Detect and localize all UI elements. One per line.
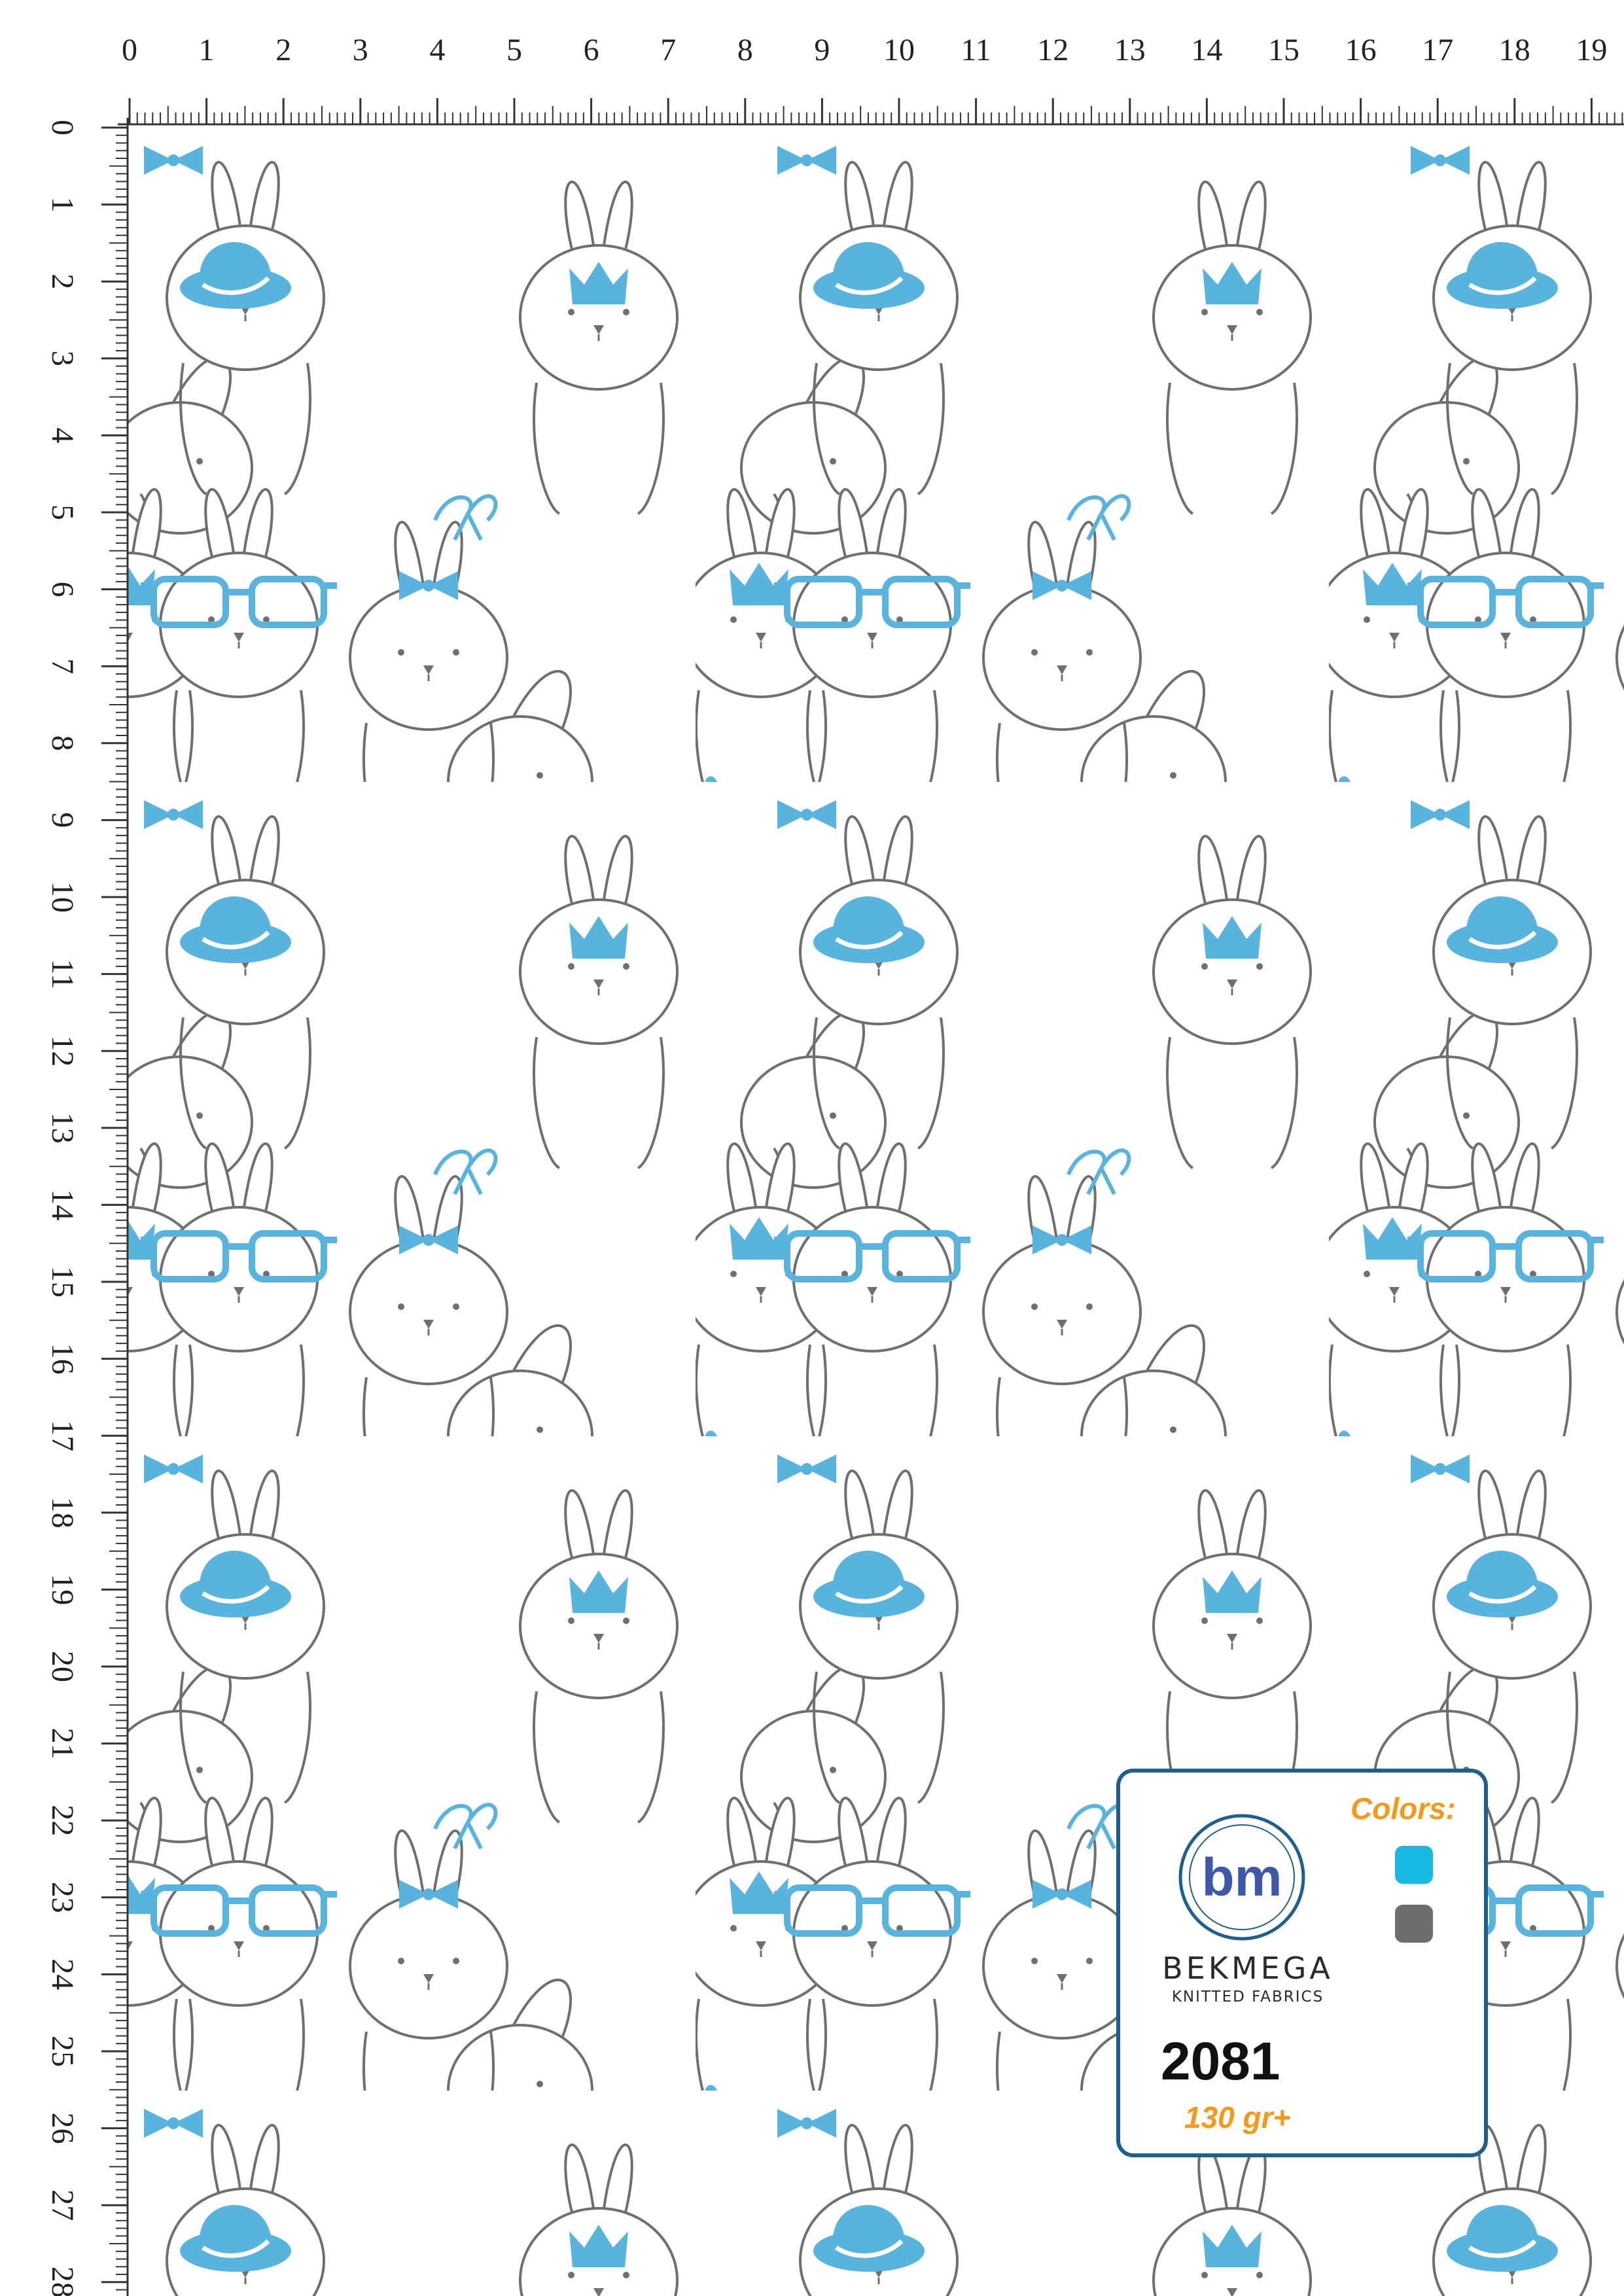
ruler-left-ticks	[101, 118, 129, 2296]
ruler-left-label: 23	[45, 1882, 80, 1913]
ruler-left-label: 6	[45, 582, 80, 597]
ruler-left-label: 2	[45, 274, 80, 289]
ruler-left-label: 13	[45, 1112, 80, 1144]
ruler-left-label: 10	[45, 881, 80, 913]
ruler-top-label: 0	[122, 33, 137, 67]
ruler-top-label: 19	[1576, 33, 1607, 67]
ruler-left-label: 5	[45, 504, 80, 520]
bekmega-logo: bm	[1178, 1814, 1305, 1941]
ruler-left-label: 28	[45, 2267, 80, 2296]
ruler-left-label: 8	[45, 735, 80, 751]
ruler-top-label: 14	[1191, 33, 1222, 67]
ruler-left-label: 3	[45, 351, 80, 366]
ruler-top-label: 4	[429, 33, 445, 67]
ruler-left-label: 27	[45, 2189, 80, 2221]
ruler-left-label: 20	[45, 1651, 80, 1682]
ruler-left-label: 4	[45, 427, 80, 443]
ruler-top-label: 9	[814, 33, 830, 67]
ruler-top-label: 7	[660, 33, 676, 67]
brand-name: BEKMEGA	[1162, 1951, 1333, 1986]
ruler-top-label: 2	[275, 33, 291, 67]
brand-subtitle: KNITTED FABRICS	[1171, 1988, 1324, 2005]
ruler-left-label: 19	[45, 1574, 80, 1605]
ruler-top-label: 6	[584, 33, 599, 67]
ruler-left-label: 25	[45, 2036, 80, 2067]
ruler-left-label: 21	[45, 1728, 80, 1759]
colors-label: Colors:	[1350, 1792, 1456, 1826]
ruler-left-label: 0	[45, 120, 80, 135]
ruler-top-ticks	[118, 98, 1624, 126]
ruler-left-label: 14	[45, 1189, 80, 1220]
ruler-top-label: 11	[961, 33, 991, 67]
ruler-left-label: 11	[45, 959, 80, 989]
article-code: 2081	[1161, 2032, 1280, 2091]
ruler-left-label: 15	[45, 1266, 80, 1298]
ruler-top-label: 1	[199, 33, 215, 67]
ruler-left-label: 9	[45, 812, 80, 828]
ruler-left-label: 7	[45, 658, 80, 674]
ruler-top-label: 15	[1268, 33, 1299, 67]
ruler-top-label: 10	[883, 33, 915, 67]
ruler-left-label: 12	[45, 1035, 80, 1067]
ruler-top-label: 8	[737, 33, 753, 67]
fabric-info-card: Colors: bm BEKMEGA KNITTED FABRICS 2081 …	[1116, 1769, 1488, 2157]
ruler-top-label: 3	[353, 33, 368, 67]
fabric-weight: 130 gr+	[1184, 2100, 1291, 2134]
ruler-left-label: 18	[45, 1497, 80, 1528]
ruler-top-label: 12	[1037, 33, 1068, 67]
ruler-left-numbers: 0123456789101112131415161718192021222324…	[45, 120, 80, 2296]
color-swatch-blue	[1395, 1846, 1433, 1884]
ruler-top-label: 16	[1345, 33, 1377, 67]
ruler-left-label: 16	[45, 1343, 80, 1375]
ruler-top-label: 18	[1499, 33, 1530, 67]
ruler-top-label: 13	[1114, 33, 1146, 67]
color-swatch-gray	[1395, 1905, 1433, 1943]
ruler-left-label: 24	[45, 1958, 80, 1990]
ruler-left-label: 17	[45, 1420, 80, 1451]
ruler-left-label: 26	[45, 2113, 80, 2144]
ruler-top-label: 17	[1422, 33, 1453, 67]
ruler-top-numbers: 0 1 2 3 4 5 6 7 8 9 10 11 12 13 14 15 16 17 18 19	[122, 33, 1607, 67]
ruler-left-label: 1	[45, 197, 80, 213]
logo-mark: bm	[1202, 1848, 1282, 1907]
ruler-top-label: 5	[506, 33, 522, 67]
ruler-left-label: 22	[45, 1805, 80, 1836]
